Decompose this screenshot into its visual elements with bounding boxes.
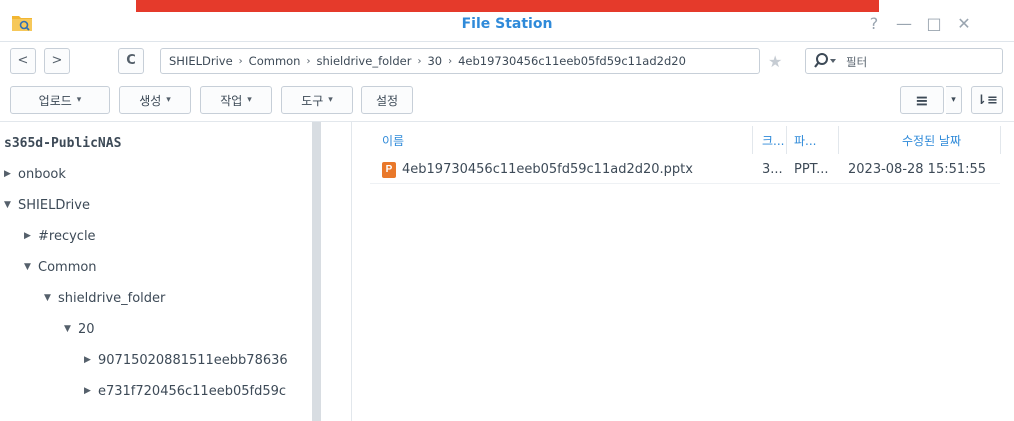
close-icon[interactable]: ✕: [953, 13, 975, 35]
column-divider[interactable]: [838, 126, 839, 154]
chevron-down-icon: ▾: [247, 95, 252, 105]
forward-button[interactable]: >: [44, 48, 70, 74]
favorite-star-icon[interactable]: ★: [768, 52, 782, 71]
tree-item-label: #recycle: [38, 228, 96, 244]
chevron-down-icon: ▾: [328, 95, 333, 105]
tree-item-shieldrive[interactable]: ▼ SHIELDrive: [4, 195, 90, 215]
breadcrumb-separator: ›: [448, 55, 453, 67]
column-divider[interactable]: [752, 126, 753, 154]
collapse-arrow-icon[interactable]: ▼: [24, 262, 32, 272]
panel-divider[interactable]: [321, 122, 352, 421]
column-header-name[interactable]: 이름: [382, 132, 404, 149]
red-banner: [136, 0, 879, 12]
tree-item-label: e731f720456c11eeb05fd59c: [98, 383, 287, 399]
column-header-type[interactable]: 파...: [794, 132, 816, 149]
tree-item-label: onbook: [18, 166, 66, 182]
window-title: File Station: [461, 16, 553, 32]
tree-item-label: SHIELDrive: [18, 197, 90, 213]
expand-arrow-icon[interactable]: ▶: [24, 231, 32, 241]
tools-button[interactable]: 도구 ▾: [281, 86, 353, 114]
filter-field[interactable]: 필터: [805, 48, 1003, 74]
breadcrumb-item[interactable]: 30: [427, 54, 442, 68]
tree-item-recycle[interactable]: ▶ #recycle: [24, 226, 96, 246]
title-bar: File Station ? — □ ✕: [0, 0, 1014, 42]
column-divider[interactable]: [786, 126, 787, 154]
view-list-button[interactable]: ≡: [900, 86, 944, 114]
chevron-down-icon: ▾: [76, 95, 82, 105]
file-modified: 2023-08-28 15:51:55: [848, 162, 987, 177]
create-label: 생성: [139, 93, 162, 108]
collapse-arrow-icon[interactable]: ▼: [44, 293, 52, 303]
breadcrumb-item[interactable]: 4eb19730456c11eeb05fd59c11ad2d20: [458, 54, 686, 68]
tree-item-folder[interactable]: ▶ 90715020881511eebb78636: [84, 350, 312, 370]
folder-tree: s365d-PublicNAS ▶ onbook ▼ SHIELDrive ▶ …: [0, 122, 321, 421]
file-name: 4eb19730456c11eeb05fd59c11ad2d20.pptx: [402, 162, 693, 177]
pptx-file-icon: P: [382, 162, 396, 178]
tree-item-onbook[interactable]: ▶ onbook: [4, 164, 66, 184]
upload-button[interactable]: 업로드 ▾: [10, 86, 110, 114]
sidebar-scrollbar[interactable]: [312, 122, 321, 421]
breadcrumb-separator: ›: [238, 55, 243, 67]
navigation-bar: < > C SHIELDrive › Common › shieldrive_f…: [0, 42, 1014, 80]
breadcrumb-separator: ›: [417, 55, 422, 67]
toolbar: 업로드 ▾ 생성 ▾ 작업 ▾ 도구 ▾ 설정 ≡ ▾ ⇂≡: [0, 80, 1014, 122]
help-icon[interactable]: ?: [863, 13, 885, 35]
expand-arrow-icon[interactable]: ▶: [4, 169, 12, 179]
sort-button[interactable]: ⇂≡: [971, 86, 1003, 114]
action-button[interactable]: 작업 ▾: [200, 86, 272, 114]
tree-item-shieldrive-folder[interactable]: ▼ shieldrive_folder: [44, 288, 165, 308]
file-size: 3...: [762, 162, 783, 177]
breadcrumb: SHIELDrive › Common › shieldrive_folder …: [160, 48, 760, 74]
view-dropdown-button[interactable]: ▾: [946, 86, 962, 114]
tree-item-label: 90715020881511eebb78636: [98, 352, 288, 368]
chevron-down-icon: ▾: [166, 95, 171, 105]
column-header-modified[interactable]: 수정된 날짜: [902, 132, 961, 149]
tree-item-label: Common: [38, 259, 97, 275]
action-label: 작업: [220, 93, 243, 108]
filter-placeholder: 필터: [846, 55, 868, 69]
search-icon[interactable]: [814, 52, 838, 70]
column-divider[interactable]: [1000, 126, 1001, 154]
file-list: 이름 크... 파... 수정된 날짜 P 4eb19730456c11eeb0…: [352, 122, 1014, 421]
file-type: PPT...: [794, 162, 829, 177]
tree-item-common[interactable]: ▼ Common: [24, 257, 97, 277]
expand-arrow-icon[interactable]: ▶: [84, 355, 92, 365]
tree-item-20[interactable]: ▼ 20: [64, 319, 95, 339]
table-row[interactable]: P 4eb19730456c11eeb05fd59c11ad2d20.pptx …: [370, 158, 1000, 184]
minimize-icon[interactable]: —: [893, 13, 915, 35]
tree-item-folder[interactable]: ▶ e731f720456c11eeb05fd59c: [84, 381, 312, 401]
tree-item-label: shieldrive_folder: [58, 290, 166, 306]
breadcrumb-item[interactable]: shieldrive_folder: [316, 54, 411, 68]
breadcrumb-separator: ›: [306, 55, 311, 67]
tools-label: 도구: [301, 93, 324, 108]
create-button[interactable]: 생성 ▾: [119, 86, 191, 114]
tree-root[interactable]: s365d-PublicNAS: [4, 133, 121, 153]
settings-button[interactable]: 설정: [361, 86, 413, 114]
tree-item-label: 20: [78, 321, 95, 337]
column-header-size[interactable]: 크...: [762, 132, 784, 149]
collapse-arrow-icon[interactable]: ▼: [4, 200, 12, 210]
expand-arrow-icon[interactable]: ▶: [84, 386, 92, 396]
upload-label: 업로드: [38, 93, 72, 108]
breadcrumb-item[interactable]: SHIELDrive: [169, 54, 233, 68]
collapse-arrow-icon[interactable]: ▼: [64, 324, 72, 334]
refresh-button[interactable]: C: [118, 48, 144, 74]
back-button[interactable]: <: [10, 48, 36, 74]
maximize-icon[interactable]: □: [923, 13, 945, 35]
breadcrumb-item[interactable]: Common: [249, 54, 301, 68]
